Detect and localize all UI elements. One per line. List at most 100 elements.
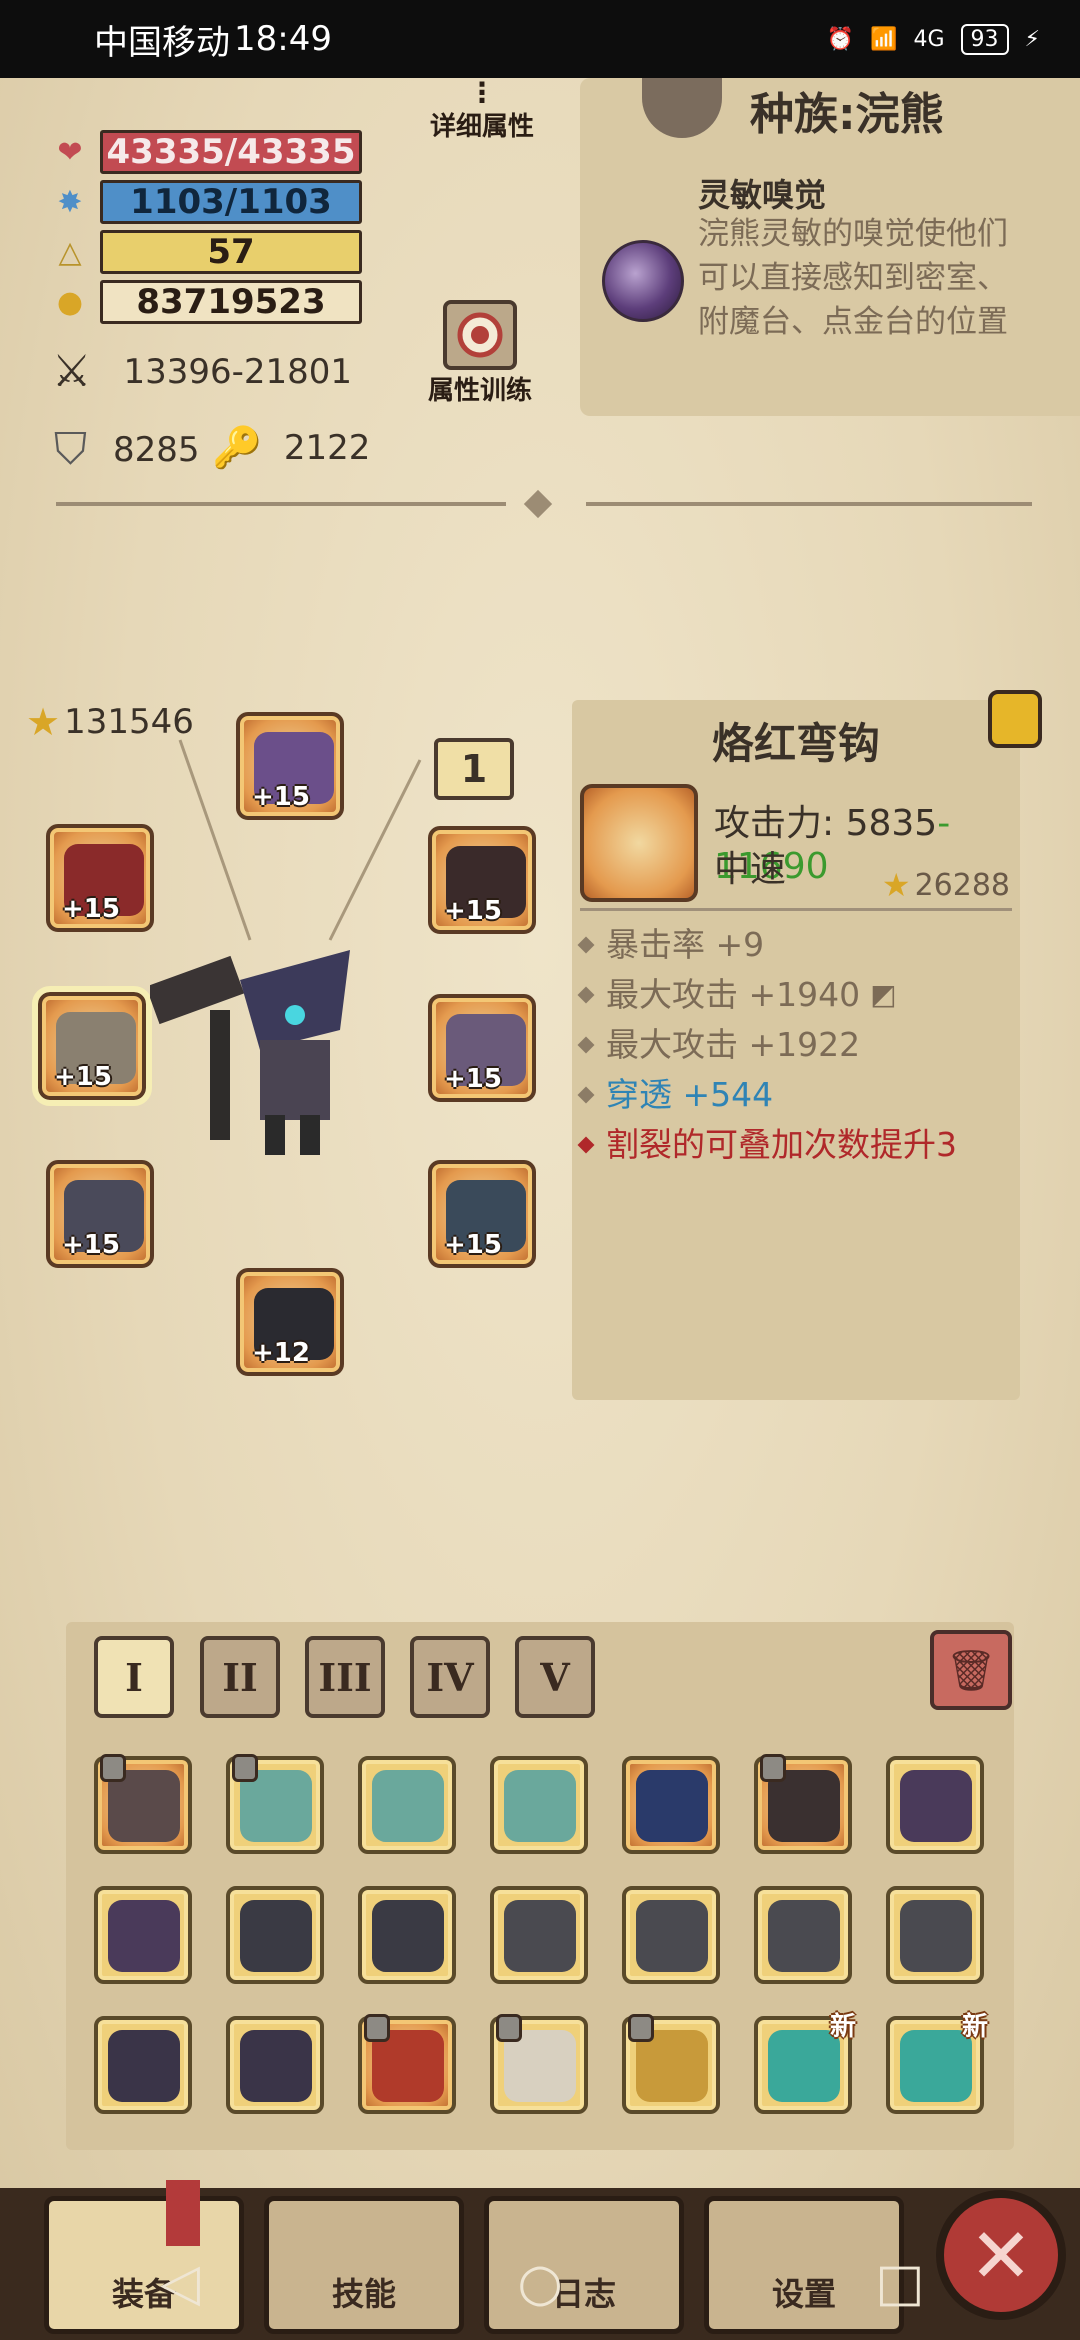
expand-icon[interactable]: ◩	[870, 970, 896, 1020]
attribute-line: 穿透 +544	[577, 1070, 957, 1120]
inventory-item[interactable]	[886, 1886, 984, 1984]
inventory-item[interactable]	[226, 1754, 324, 1854]
inventory-tab-4[interactable]: IV	[410, 1636, 490, 1718]
attribute-training-button[interactable]: 属性训练	[428, 300, 532, 407]
helmet-icon	[108, 1900, 180, 1972]
dots-icon: ⋮	[468, 76, 496, 109]
star-icon: ★	[881, 866, 911, 904]
armor-icon	[240, 1900, 312, 1972]
bookmark-icon	[166, 2180, 200, 2246]
divider-right	[586, 502, 1032, 506]
race-skill-desc: 浣熊灵敏的嗅觉使他们可以直接感知到密室、附魔台、点金台的位置	[698, 216, 1008, 340]
attribute-line: 最大攻击 +1940 ◩	[577, 970, 957, 1020]
crossed-swords-icon: ⚔	[52, 346, 92, 397]
slot-level: +15	[252, 782, 310, 812]
inventory-item[interactable]	[754, 1754, 852, 1854]
inventory-item[interactable]	[94, 2016, 192, 2114]
attribute-line: 最大攻击 +1922	[577, 1020, 957, 1070]
inventory-item[interactable]	[490, 1756, 588, 1854]
mace-icon	[504, 1770, 576, 1842]
inventory-tab-2[interactable]: II	[200, 1636, 280, 1718]
inventory-item[interactable]	[358, 2014, 456, 2114]
attack-sep: -	[937, 803, 951, 844]
lock-icon	[496, 2014, 522, 2042]
nav-settings-label: 设置	[771, 2275, 836, 2313]
item-attributes: 暴击率 +9 最大攻击 +1940 ◩ 最大攻击 +1922 穿透 +544 割裂…	[577, 920, 957, 1170]
inventory-item[interactable]	[358, 1886, 456, 1984]
item-speed: 中速	[714, 849, 787, 890]
nav-skill[interactable]: 技能	[264, 2196, 464, 2334]
lock-icon	[100, 1754, 126, 1782]
inventory-item[interactable]: 新	[886, 2012, 988, 2114]
gauntlet-icon	[108, 2030, 180, 2102]
trash-icon[interactable]: 🗑	[930, 1630, 1012, 1710]
lock-icon	[628, 2014, 654, 2042]
status-bar: 中国移动 18:49 ⏰ 📶 4G 93 ⚡	[0, 0, 1080, 78]
inventory-tab-1[interactable]: I	[94, 1636, 174, 1718]
equip-slot-boots[interactable]: +12	[236, 1268, 344, 1376]
gold-row: ● 83719523	[50, 280, 362, 324]
inventory-item[interactable]	[754, 1886, 852, 1984]
shield-icon: ⛉	[54, 424, 87, 475]
inventory-item[interactable]	[226, 2016, 324, 2114]
equip-slot-armor[interactable]: +15	[428, 1160, 536, 1268]
inventory-item[interactable]	[358, 1756, 456, 1854]
level-row: △ 57	[50, 230, 362, 274]
resource-stat: 🔑 2122	[212, 424, 370, 471]
race-skill-icon[interactable]	[602, 240, 684, 322]
inventory-tab-3[interactable]: III	[305, 1636, 385, 1718]
inventory-item[interactable]	[490, 2014, 588, 2114]
attribute-line: 割裂的可叠加次数提升3	[577, 1120, 957, 1170]
equip-slot-gloves-left[interactable]: +15	[46, 1160, 154, 1268]
attribute-line: 暴击率 +9	[577, 920, 957, 970]
mp-bar: 1103/1103	[100, 180, 362, 224]
race-panel: 种族:浣熊 灵敏嗅觉 浣熊灵敏的嗅觉使他们可以直接感知到密室、附魔台、点金台的位…	[580, 78, 1080, 416]
nav-log[interactable]: 日志	[484, 2196, 684, 2334]
nav-equip[interactable]: 装备	[44, 2196, 244, 2334]
helmet-icon	[900, 1770, 972, 1842]
boots-icon	[636, 1900, 708, 1972]
nav-settings[interactable]: 设置	[704, 2196, 904, 2334]
inventory-item[interactable]	[622, 2014, 720, 2114]
item-icon	[580, 784, 698, 902]
level-triangle-icon: △	[58, 234, 82, 270]
lock-icon[interactable]	[988, 690, 1042, 748]
detail-attributes-label: 详细属性	[430, 112, 535, 142]
boots-icon	[504, 1900, 576, 1972]
slot-level: +15	[444, 1230, 502, 1260]
boots-icon	[768, 1900, 840, 1972]
nav-equip-label: 装备	[111, 2275, 176, 2313]
defense-stat: ⛉ 8285	[54, 424, 200, 475]
inventory-item[interactable]	[622, 1886, 720, 1984]
race-skill-name: 灵敏嗅觉	[698, 176, 827, 214]
charging-icon: ⚡	[1024, 26, 1040, 52]
slot-level: +15	[444, 896, 502, 926]
slot-level: +15	[62, 894, 120, 924]
hp-row: ❤ 43335/43335	[50, 130, 362, 174]
equip-slot-gloves-right[interactable]: +15	[428, 826, 536, 934]
item-divider	[580, 908, 1012, 911]
race-title: 种族:浣熊	[750, 89, 944, 140]
inventory-item[interactable]: 新	[754, 2012, 856, 2114]
attack-label: 攻击力:	[714, 803, 835, 844]
inventory-item[interactable]	[226, 1886, 324, 1984]
equip-slot-amulet[interactable]: +15	[46, 824, 154, 932]
equip-slot-weapon[interactable]: +15	[32, 986, 152, 1106]
resource-value: 2122	[283, 427, 371, 468]
close-button[interactable]: ✕	[936, 2190, 1066, 2320]
item-name: 烙红弯钩	[711, 719, 880, 768]
inventory-item[interactable]	[886, 1756, 984, 1854]
target-icon	[443, 300, 517, 370]
inventory-tab-5[interactable]: V	[515, 1636, 595, 1718]
inventory-item[interactable]	[94, 1754, 192, 1854]
divider-left	[56, 502, 506, 506]
slot-level: +15	[444, 1064, 502, 1094]
lock-icon	[232, 1754, 258, 1782]
equip-slot-shoulder[interactable]: +15	[428, 994, 536, 1102]
inventory-item[interactable]	[490, 1886, 588, 1984]
detail-attributes-button[interactable]: ⋮ 详细属性	[430, 76, 535, 143]
inventory-item[interactable]	[94, 1886, 192, 1984]
equip-slot-helmet[interactable]: +15	[236, 712, 344, 820]
mp-row: ✸ 1103/1103	[50, 180, 362, 224]
inventory-item[interactable]	[622, 1756, 720, 1854]
